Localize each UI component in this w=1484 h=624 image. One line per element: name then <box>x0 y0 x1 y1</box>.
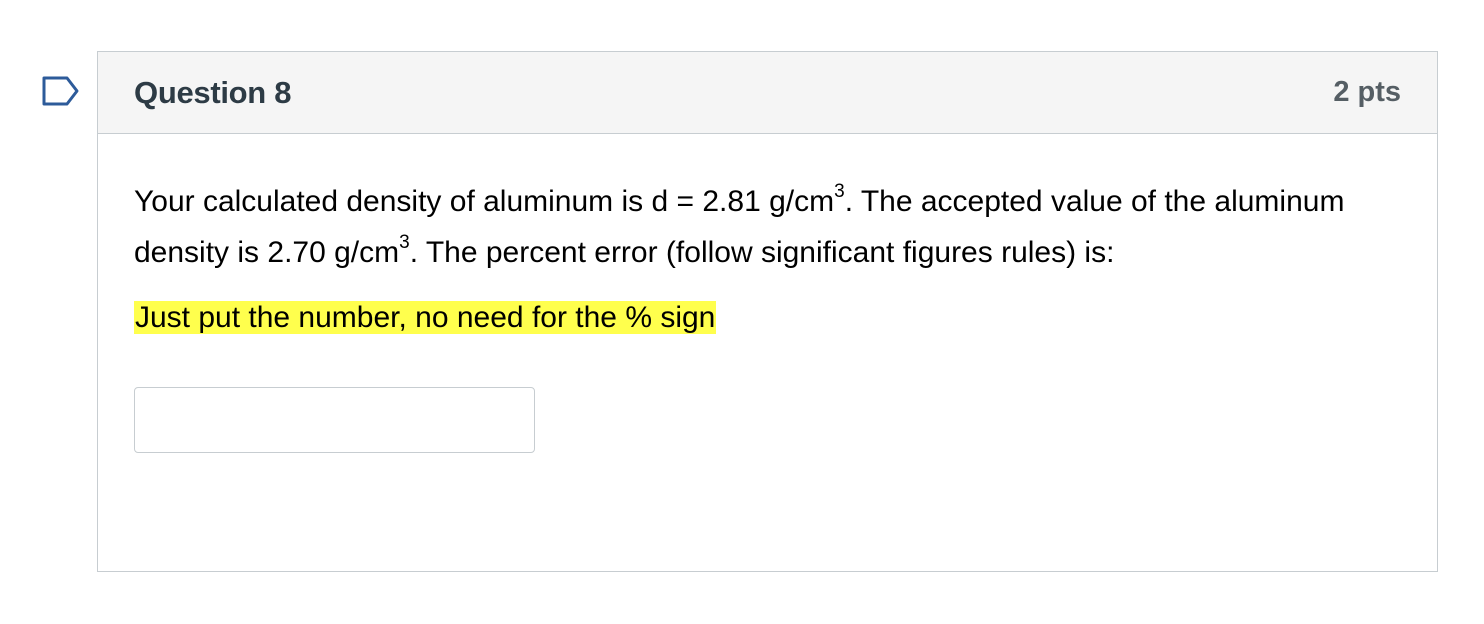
question-body: Your calculated density of aluminum is d… <box>98 134 1437 453</box>
question-text-part1: Your calculated density of aluminum is d… <box>134 185 835 218</box>
question-header: Question 8 2 pts <box>98 52 1437 134</box>
question-text: Your calculated density of aluminum is d… <box>134 176 1384 278</box>
hint-text: Just put the number, no need for the % s… <box>134 301 717 334</box>
question-text-part3: . The percent error (follow significant … <box>409 236 1115 269</box>
superscript-exponent: 3 <box>834 181 845 202</box>
question-points: 2 pts <box>1333 76 1401 108</box>
answer-input[interactable] <box>134 387 535 453</box>
flag-question-icon[interactable] <box>42 76 80 106</box>
question-title: Question 8 <box>134 74 292 110</box>
quiz-page: Question 8 2 pts Your calculated density… <box>0 0 1484 624</box>
superscript-exponent: 3 <box>399 232 410 253</box>
hint-highlight: Just put the number, no need for the % s… <box>134 298 1401 338</box>
question-card: Question 8 2 pts Your calculated density… <box>97 51 1438 572</box>
